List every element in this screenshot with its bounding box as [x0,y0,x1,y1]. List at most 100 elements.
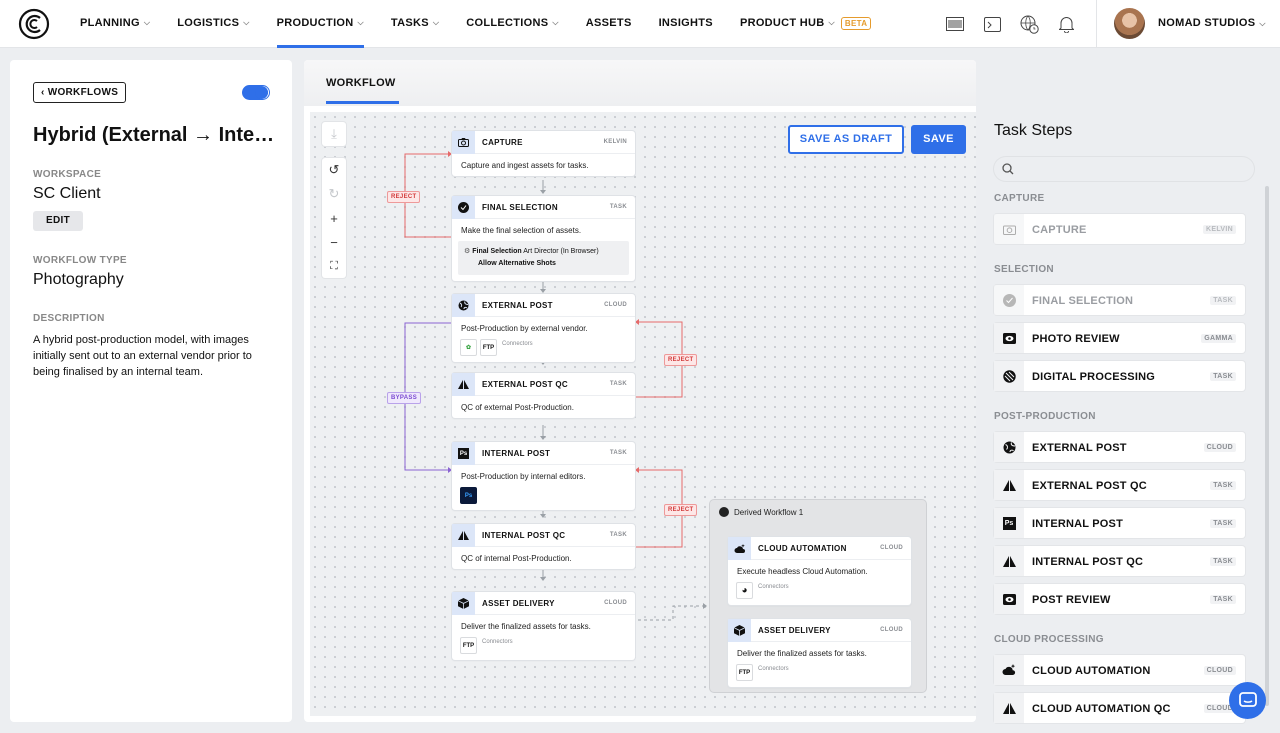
sail-icon [994,470,1024,500]
node-tag: TASK [609,450,627,456]
task-step-tag: GAMMA [1201,334,1236,343]
section-post-production: POST-PRODUCTION [994,411,1096,422]
task-step-digital-processing[interactable]: DIGITAL PROCESSING TASK [994,361,1245,391]
task-step-external-post-qc[interactable]: EXTERNAL POST QC TASK [994,470,1245,500]
workflow-canvas[interactable]: ⤓ ↺ ↻ + − ⛶ SAVE AS DRAFT SAVE REJECT RE… [310,112,976,716]
zoom-out-icon[interactable]: − [322,230,346,254]
node-name: FINAL SELECTION [482,203,558,212]
task-step-external-post[interactable]: EXTERNAL POST CLOUD [994,432,1245,462]
task-step-name: EXTERNAL POST [1032,442,1127,454]
tab-workflow[interactable]: WORKFLOW [326,77,399,104]
workflow-description: A hybrid post-production model, with ima… [33,334,252,378]
nav-collections[interactable]: COLLECTIONS ⌵ [466,0,559,48]
node-tag: CLOUD [880,545,903,551]
workflow-node-external-post[interactable]: EXTERNAL POST CLOUD Post-Production by ex… [452,294,635,362]
nav-planning[interactable]: PLANNING ⌵ [80,0,150,48]
chevron-down-icon: ⌵ [143,18,151,27]
ftp-icon: FTP [736,664,753,681]
main-nav: PLANNING ⌵ LOGISTICS ⌵ PRODUCTION ⌵ TASKS ⌵ … [80,0,898,48]
workflow-node-internal-post-qc[interactable]: INTERNAL POST QC TASK QC of internal Post… [452,524,635,569]
save-as-draft-button[interactable]: SAVE AS DRAFT [788,125,904,154]
nav-product-hub[interactable]: PRODUCT HUB ⌵ BETA [740,0,872,48]
setting-title: Final Selection [472,248,522,255]
task-step-capture[interactable]: CAPTURE KELVIN [994,214,1245,244]
barcode-icon[interactable] [944,13,966,35]
node-description: Deliver the finalized assets for tasks. [461,622,591,631]
chat-icon [1238,692,1257,707]
chevron-down-icon: ⌵ [432,18,440,27]
fit-view-icon[interactable]: ⛶ [322,254,346,278]
nav-assets[interactable]: ASSETS [586,0,632,48]
workflow-node-capture[interactable]: CAPTURE KELVIN Capture and ingest assets … [452,131,635,176]
workflow-node-external-post-qc[interactable]: EXTERNAL POST QC TASK QC of external Post… [452,373,635,418]
task-step-final-selection[interactable]: FINAL SELECTION TASK [994,285,1245,315]
node-header: CLOUD AUTOMATION CLOUD [728,537,911,560]
task-step-tag: TASK [1210,481,1236,490]
chevron-down-icon: ⌵ [1259,19,1266,28]
nav-production[interactable]: PRODUCTION ⌵ [276,0,365,48]
task-step-name: DIGITAL PROCESSING [1032,371,1155,383]
chat-support-button[interactable] [1229,682,1266,719]
chevron-left-icon: ‹ [41,87,48,98]
back-to-workflows-button[interactable]: ‹ WORKFLOWS [33,82,127,103]
connectors-label: Connectors [482,638,513,645]
edit-workspace-button[interactable]: EDIT [33,211,83,231]
task-step-cloud-automation-qc[interactable]: CLOUD AUTOMATION QC CLOUD [994,693,1245,723]
workflow-node-asset-delivery[interactable]: ASSET DELIVERY CLOUD Deliver the finalize… [452,592,635,660]
sail-icon [452,524,475,547]
camera-icon [994,214,1024,244]
node-name: CAPTURE [482,138,523,147]
app-connector-icon: ◕ [736,582,753,599]
node-tag: TASK [609,204,627,210]
toggle-knob [256,86,269,99]
node-header: ASSET DELIVERY CLOUD [728,619,911,642]
workspace-value: SC Client [33,185,101,202]
avatar[interactable] [1114,8,1145,39]
search-icon [1002,163,1014,175]
workflow-editor-panel: WORKFLOW ⤓ ↺ ↻ + − ⛶ SAVE AS DRAFT SAVE … [304,60,976,722]
nav-logistics[interactable]: LOGISTICS ⌵ [177,0,249,48]
node-connectors: ✿ FTP Connectors [452,339,635,362]
app-logo-icon[interactable] [18,8,50,40]
photoshop-icon: Ps [452,442,475,465]
sail-icon [994,693,1024,723]
globe-clock-icon[interactable] [1018,13,1040,35]
task-step-cloud-automation[interactable]: CLOUD AUTOMATION CLOUD [994,655,1245,685]
save-button[interactable]: SAVE [911,125,966,154]
task-steps-scrollbar[interactable] [1265,186,1269,706]
auto-layout-icon[interactable]: ⤓ [322,122,346,146]
task-step-post-review[interactable]: POST REVIEW TASK [994,584,1245,614]
task-step-tag: KELVIN [1203,225,1236,234]
workflow-node-internal-post[interactable]: Ps INTERNAL POST TASK Post-Production by i… [452,442,635,510]
zoom-in-icon[interactable]: + [322,206,346,230]
task-step-tag: TASK [1210,519,1236,528]
nav-assets-label: ASSETS [585,17,632,29]
inbox-icon[interactable] [981,13,1003,35]
nav-insights[interactable]: INSIGHTS [659,0,713,48]
chevron-down-icon: ⌵ [552,18,559,27]
globe-icon [452,294,475,317]
task-steps-search-input[interactable] [994,157,1254,181]
box-icon [452,592,475,615]
task-step-photo-review[interactable]: PHOTO REVIEW GAMMA [994,323,1245,353]
workflow-node-derived-asset-delivery[interactable]: ASSET DELIVERY CLOUD Deliver the finalize… [728,619,911,687]
top-icon-group [944,13,1092,35]
workflow-active-toggle[interactable] [242,85,270,100]
bell-icon[interactable] [1055,13,1077,35]
workflow-node-final-selection[interactable]: FINAL SELECTION TASK Make the final selec… [452,196,635,281]
chevron-down-icon: ⌵ [357,18,364,27]
nav-insights-label: INSIGHTS [658,17,713,29]
task-step-internal-post[interactable]: Ps INTERNAL POST TASK [994,508,1245,538]
node-header: EXTERNAL POST QC TASK [452,373,635,396]
task-step-internal-post-qc[interactable]: INTERNAL POST QC TASK [994,546,1245,576]
node-name: INTERNAL POST QC [482,531,566,540]
undo-icon[interactable]: ↺ [322,158,346,182]
workflow-node-cloud-automation[interactable]: CLOUD AUTOMATION CLOUD Execute headless C… [728,537,911,605]
connectors-label: Connectors [758,583,789,590]
bypass-badge: BYPASS [387,392,422,404]
nav-tasks[interactable]: TASKS ⌵ [391,0,439,48]
org-switcher[interactable]: NOMAD STUDIOS ⌵ [1158,17,1266,29]
redo-icon[interactable]: ↻ [322,182,346,206]
node-connectors: FTP Connectors [728,664,911,687]
box-icon [728,619,751,642]
